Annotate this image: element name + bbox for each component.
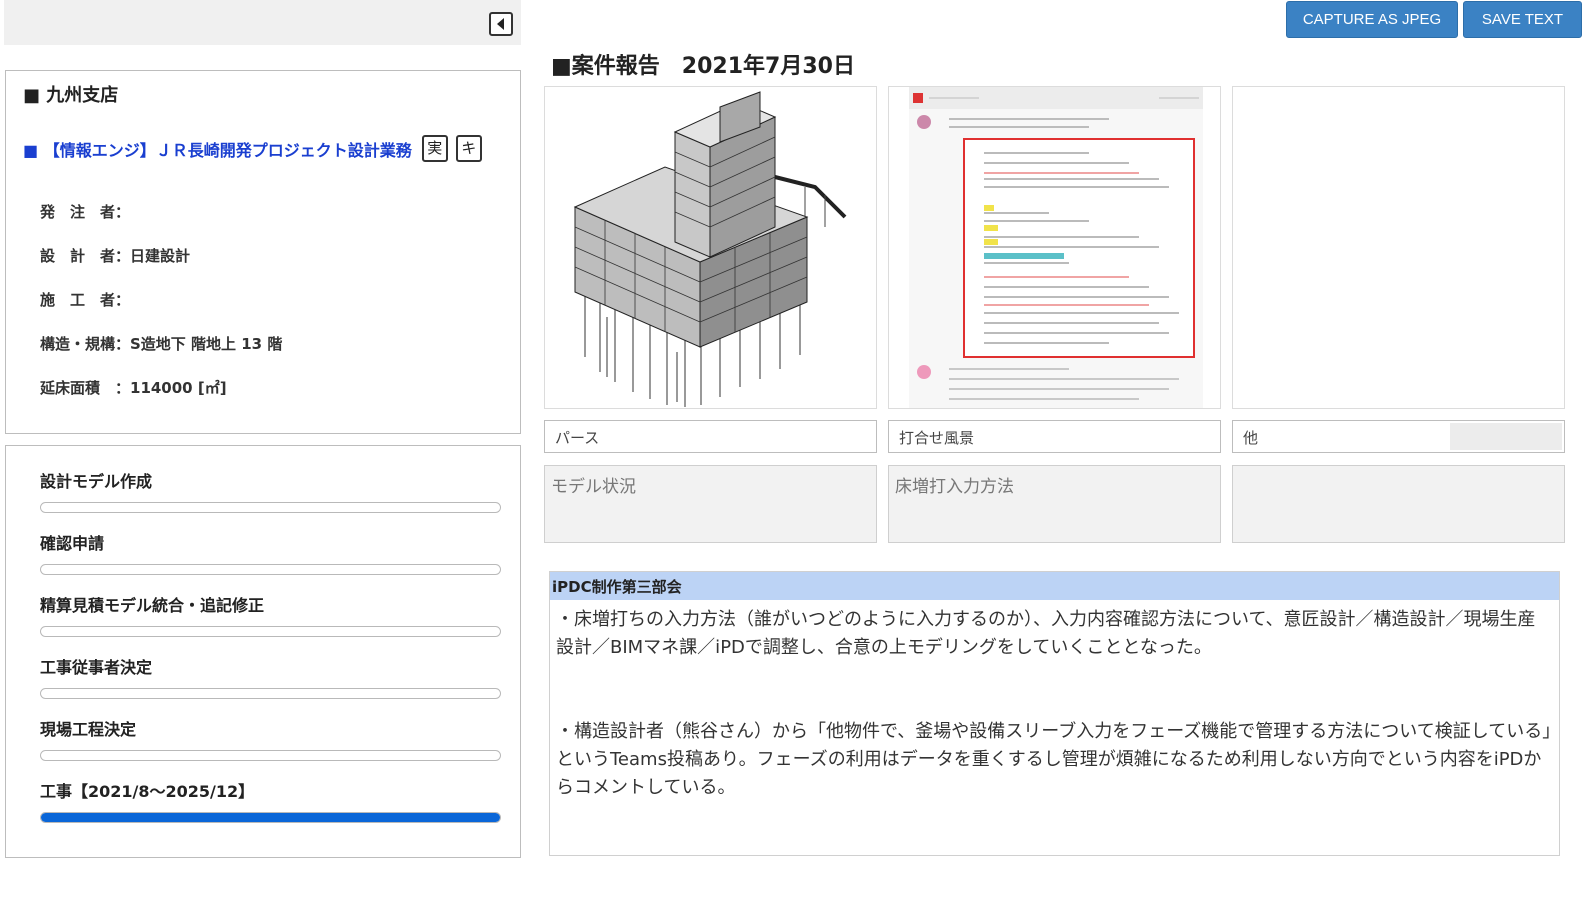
stage-label: 現場工程決定	[40, 720, 137, 739]
stage-label: 工事【2021/8〜2025/12】	[40, 782, 255, 801]
field-client: 発 注 者：	[40, 203, 131, 221]
comment-panel: iPDC制作第三部会 ・床増打ちの入力方法（誰がいつどのように入力するのか）、入…	[549, 571, 1560, 856]
photo-other[interactable]	[1232, 86, 1565, 409]
meeting-chat-image	[909, 87, 1203, 408]
caption-input[interactable]: パース	[544, 420, 877, 453]
stage-label: 確認申請	[40, 534, 105, 553]
project-info-panel: ■ 九州支店 ■ 【情報エンジ】ＪＲ長崎開発プロジェクト設計業務 実 キ 発 注…	[5, 70, 521, 434]
stage-progress-panel: 設計モデル作成 確認申請 精算見積モデル統合・追記修正 工事従事者決定 現場工程…	[5, 445, 521, 858]
caption-input[interactable]: 打合せ風景	[888, 420, 1221, 453]
field-designer: 設 計 者：日建設計	[40, 247, 191, 265]
description-field[interactable]: モデル状況	[544, 465, 877, 543]
caption-input[interactable]: 他	[1232, 420, 1565, 453]
stage-label: 精算見積モデル統合・追記修正	[40, 596, 265, 615]
description-field[interactable]: 床増打入力方法	[888, 465, 1221, 543]
comment-author-header: iPDC制作第三部会	[550, 572, 1559, 600]
stage-progress-bar	[40, 812, 501, 823]
stage-progress-bar	[40, 688, 501, 699]
stage-progress-bar	[40, 750, 501, 761]
collapse-sidebar-button[interactable]	[489, 12, 513, 36]
project-title: ■ 【情報エンジ】ＪＲ長崎開発プロジェクト設計業務 実 キ	[23, 135, 482, 162]
photo-perspective[interactable]	[544, 86, 877, 409]
stage-label: 設計モデル作成	[40, 472, 153, 491]
comment-body[interactable]: ・床増打ちの入力方法（誰がいつどのように入力するのか）、入力内容確認方法について…	[550, 600, 1559, 864]
stage-progress-bar	[40, 502, 501, 513]
triangle-left-icon	[497, 18, 504, 30]
sidebar-header	[4, 0, 521, 45]
comment-paragraph: ・構造設計者（熊谷さん）から「他物件で、釜場や設備スリーブ入力をフェーズ機能で管…	[556, 721, 1552, 798]
field-contractor: 施 工 者：	[40, 291, 131, 309]
building-model-image	[573, 91, 847, 407]
field-structure: 構造・規構：S造地下 階地上 13 階	[40, 335, 283, 353]
description-field[interactable]	[1232, 465, 1565, 543]
caption-text: 他	[1243, 429, 1259, 447]
caption-shade	[1450, 423, 1562, 450]
project-tag-button-ki[interactable]: キ	[455, 135, 482, 162]
stage-label: 工事従事者決定	[40, 658, 153, 677]
photo-meeting[interactable]	[888, 86, 1221, 409]
stage-progress-bar	[40, 626, 501, 637]
field-floor-area: 延床面積 ：114000 [㎡]	[40, 379, 227, 397]
save-text-button[interactable]: SAVE TEXT	[1463, 1, 1582, 38]
stage-progress-bar	[40, 564, 501, 575]
comment-paragraph: ・床増打ちの入力方法（誰がいつどのように入力するのか）、入力内容確認方法について…	[556, 609, 1536, 658]
report-title: ■案件報告 2021年7月30日	[551, 54, 855, 79]
project-name-link[interactable]: ■ 【情報エンジ】ＪＲ長崎開発プロジェクト設計業務	[23, 137, 412, 161]
capture-jpeg-button[interactable]: CAPTURE AS JPEG	[1286, 1, 1458, 38]
branch-name: ■ 九州支店	[23, 85, 119, 106]
project-tag-button-actual[interactable]: 実	[421, 135, 448, 162]
